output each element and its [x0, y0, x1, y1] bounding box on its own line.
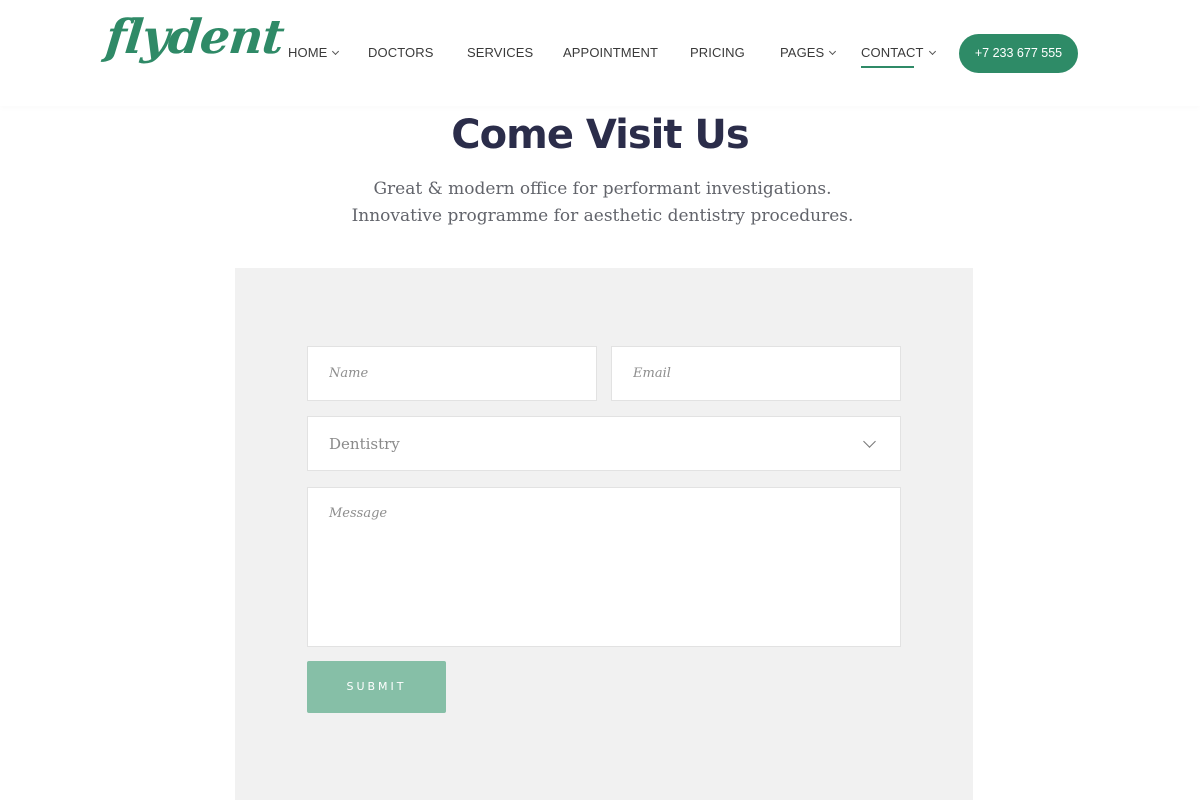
chevron-down-icon	[332, 47, 340, 56]
site-header: flydent HOME DOCTORS SERVICES APPOINTMEN…	[0, 0, 1200, 106]
department-select-value: Dentistry	[329, 435, 400, 453]
nav-item-doctors[interactable]: DOCTORS	[368, 44, 433, 62]
name-field[interactable]	[307, 346, 597, 401]
nav-item-label: HOME	[288, 45, 328, 60]
department-select[interactable]: Dentistry	[307, 416, 901, 471]
nav-item-contact[interactable]: CONTACT	[861, 44, 936, 68]
nav-item-label: PRICING	[690, 45, 745, 60]
page-title: Come Visit Us	[451, 112, 749, 158]
nav-item-appointment[interactable]: APPOINTMENT	[563, 44, 658, 62]
page-subtitle: Great & modern office for performant inv…	[351, 179, 854, 226]
nav-item-services[interactable]: SERVICES	[467, 44, 533, 62]
email-field[interactable]	[611, 346, 901, 401]
nav-item-pricing[interactable]: PRICING	[690, 44, 745, 62]
name-input[interactable]	[308, 347, 596, 400]
nav-item-label: PAGES	[780, 45, 825, 60]
active-nav-underline	[861, 66, 914, 68]
submit-button[interactable]: SUBMIT	[307, 661, 446, 713]
chevron-down-icon	[928, 47, 936, 56]
nav-item-label: SERVICES	[467, 45, 534, 60]
flydent-logo[interactable]: flydent	[103, 10, 286, 65]
phone-call-button[interactable]: +7 233 677 555	[959, 34, 1078, 73]
email-input[interactable]	[612, 347, 900, 400]
nav-item-pages[interactable]: PAGES	[780, 44, 837, 62]
message-textarea[interactable]	[308, 488, 900, 646]
chevron-down-icon	[863, 435, 876, 448]
nav-item-home[interactable]: HOME	[288, 44, 340, 62]
nav-item-label: DOCTORS	[368, 45, 434, 60]
nav-item-label: CONTACT	[861, 45, 924, 60]
nav-item-label: APPOINTMENT	[563, 45, 658, 60]
message-field[interactable]	[307, 487, 901, 647]
chevron-down-icon	[829, 47, 837, 56]
